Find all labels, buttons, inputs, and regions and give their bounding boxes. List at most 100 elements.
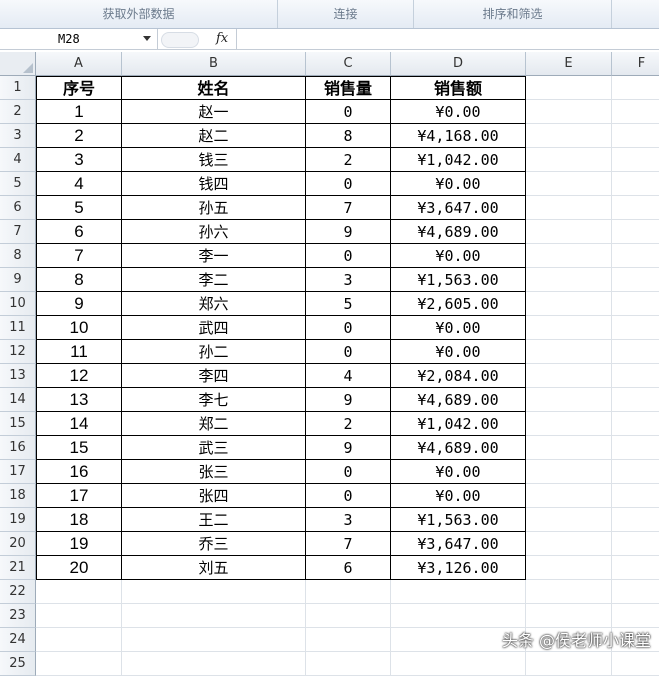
cell-qty[interactable]: 9 bbox=[306, 388, 391, 412]
empty-cell[interactable] bbox=[612, 100, 659, 124]
empty-cell[interactable] bbox=[612, 652, 659, 676]
empty-cell[interactable] bbox=[526, 460, 612, 484]
cell-amount[interactable]: ¥0.00 bbox=[391, 460, 526, 484]
empty-cell[interactable] bbox=[122, 628, 306, 652]
cell-amount[interactable]: ¥2,084.00 bbox=[391, 364, 526, 388]
empty-cell[interactable] bbox=[526, 652, 612, 676]
column-header-d[interactable]: D bbox=[391, 52, 526, 76]
row-header[interactable]: 14 bbox=[0, 388, 36, 412]
empty-cell[interactable] bbox=[526, 604, 612, 628]
cell-qty[interactable]: 0 bbox=[306, 316, 391, 340]
cell-qty[interactable]: 8 bbox=[306, 124, 391, 148]
empty-cell[interactable] bbox=[612, 172, 659, 196]
empty-cell[interactable] bbox=[36, 628, 122, 652]
cell-name[interactable]: 赵一 bbox=[122, 100, 306, 124]
empty-cell[interactable] bbox=[612, 316, 659, 340]
cell-amount[interactable]: ¥0.00 bbox=[391, 484, 526, 508]
cell-name[interactable]: 李四 bbox=[122, 364, 306, 388]
column-header-b[interactable]: B bbox=[122, 52, 306, 76]
empty-cell[interactable] bbox=[36, 652, 122, 676]
empty-cell[interactable] bbox=[526, 388, 612, 412]
cell-qty[interactable]: 7 bbox=[306, 532, 391, 556]
cell-seq[interactable]: 14 bbox=[36, 412, 122, 436]
cell-seq[interactable]: 15 bbox=[36, 436, 122, 460]
cell-name[interactable]: 张三 bbox=[122, 460, 306, 484]
select-all-button[interactable] bbox=[0, 52, 36, 76]
column-header-f[interactable]: F bbox=[612, 52, 659, 76]
row-header[interactable]: 3 bbox=[0, 124, 36, 148]
row-header[interactable]: 12 bbox=[0, 340, 36, 364]
empty-cell[interactable] bbox=[526, 436, 612, 460]
header-cell-seq[interactable]: 序号 bbox=[36, 76, 122, 100]
cell-amount[interactable]: ¥3,126.00 bbox=[391, 556, 526, 580]
empty-cell[interactable] bbox=[526, 220, 612, 244]
ribbon-group-get-external-data[interactable]: 获取外部数据 bbox=[0, 0, 278, 28]
empty-cell[interactable] bbox=[612, 604, 659, 628]
empty-cell[interactable] bbox=[306, 652, 391, 676]
cell-seq[interactable]: 4 bbox=[36, 172, 122, 196]
empty-cell[interactable] bbox=[612, 508, 659, 532]
spreadsheet-grid[interactable]: A B C D E F 1 序号 姓名 销售量 销售额 2 1 赵一 0 ¥0.00 3 2 赵二 8 ¥4… bbox=[0, 52, 659, 676]
empty-cell[interactable] bbox=[526, 244, 612, 268]
row-header[interactable]: 10 bbox=[0, 292, 36, 316]
row-header[interactable]: 7 bbox=[0, 220, 36, 244]
empty-cell[interactable] bbox=[526, 580, 612, 604]
empty-cell[interactable] bbox=[526, 100, 612, 124]
empty-cell[interactable] bbox=[526, 508, 612, 532]
empty-cell[interactable] bbox=[612, 244, 659, 268]
empty-cell[interactable] bbox=[391, 652, 526, 676]
formula-bar-splitter[interactable] bbox=[161, 32, 199, 48]
cell-qty[interactable]: 0 bbox=[306, 460, 391, 484]
empty-cell[interactable] bbox=[526, 196, 612, 220]
empty-cell[interactable] bbox=[526, 292, 612, 316]
cell-name[interactable]: 孙二 bbox=[122, 340, 306, 364]
empty-cell[interactable] bbox=[612, 148, 659, 172]
empty-cell[interactable] bbox=[526, 340, 612, 364]
cell-name[interactable]: 钱三 bbox=[122, 148, 306, 172]
cell-amount[interactable]: ¥0.00 bbox=[391, 100, 526, 124]
cell-name[interactable]: 王二 bbox=[122, 508, 306, 532]
empty-cell[interactable] bbox=[526, 172, 612, 196]
empty-cell[interactable] bbox=[612, 220, 659, 244]
cell-qty[interactable]: 3 bbox=[306, 508, 391, 532]
cell-name[interactable]: 张四 bbox=[122, 484, 306, 508]
ribbon-group-sort-filter[interactable]: 排序和筛选 bbox=[414, 0, 612, 28]
cell-name[interactable]: 郑六 bbox=[122, 292, 306, 316]
empty-cell[interactable] bbox=[612, 292, 659, 316]
empty-cell[interactable] bbox=[612, 580, 659, 604]
row-header[interactable]: 18 bbox=[0, 484, 36, 508]
empty-cell[interactable] bbox=[526, 412, 612, 436]
row-header[interactable]: 21 bbox=[0, 556, 36, 580]
cell-amount[interactable]: ¥1,042.00 bbox=[391, 412, 526, 436]
empty-cell[interactable] bbox=[612, 484, 659, 508]
row-header[interactable]: 16 bbox=[0, 436, 36, 460]
cell-amount[interactable]: ¥0.00 bbox=[391, 244, 526, 268]
row-header[interactable]: 24 bbox=[0, 628, 36, 652]
cell-qty[interactable]: 7 bbox=[306, 196, 391, 220]
empty-cell[interactable] bbox=[612, 124, 659, 148]
cell-qty[interactable]: 5 bbox=[306, 292, 391, 316]
empty-cell[interactable] bbox=[122, 604, 306, 628]
empty-cell[interactable] bbox=[612, 196, 659, 220]
cell-seq[interactable]: 2 bbox=[36, 124, 122, 148]
cell-amount[interactable]: ¥1,563.00 bbox=[391, 268, 526, 292]
empty-cell[interactable] bbox=[612, 436, 659, 460]
cell-amount[interactable]: ¥0.00 bbox=[391, 316, 526, 340]
cell-qty[interactable]: 0 bbox=[306, 340, 391, 364]
row-header[interactable]: 5 bbox=[0, 172, 36, 196]
empty-cell[interactable] bbox=[526, 76, 612, 100]
empty-cell[interactable] bbox=[122, 580, 306, 604]
empty-cell[interactable] bbox=[36, 580, 122, 604]
row-header[interactable]: 11 bbox=[0, 316, 36, 340]
row-header[interactable]: 1 bbox=[0, 76, 36, 100]
cell-name[interactable]: 钱四 bbox=[122, 172, 306, 196]
cell-seq[interactable]: 11 bbox=[36, 340, 122, 364]
empty-cell[interactable] bbox=[306, 580, 391, 604]
row-header[interactable]: 13 bbox=[0, 364, 36, 388]
cell-qty[interactable]: 0 bbox=[306, 100, 391, 124]
row-header[interactable]: 19 bbox=[0, 508, 36, 532]
empty-cell[interactable] bbox=[612, 340, 659, 364]
cell-seq[interactable]: 5 bbox=[36, 196, 122, 220]
cell-name[interactable]: 李七 bbox=[122, 388, 306, 412]
row-header[interactable]: 8 bbox=[0, 244, 36, 268]
